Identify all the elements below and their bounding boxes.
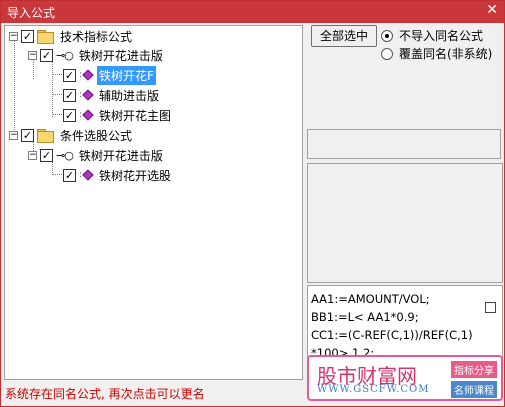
radio-label: 覆盖同名(非系统)	[399, 47, 493, 61]
tree-node-label: 辅助进击版	[99, 88, 160, 103]
close-icon[interactable]: ✕	[486, 2, 498, 18]
status-message: 系统存在同名公式, 再次点击可以更名	[5, 387, 205, 401]
radio-label: 不导入同名公式	[399, 29, 484, 43]
tree-node-group[interactable]: − ✓ ⊸○ 铁树开花进击版	[28, 46, 165, 64]
tree-node-tech-indicator[interactable]: − ✓ 技术指标公式	[9, 27, 134, 45]
formula-icon: :·	[79, 89, 94, 101]
tree-connector	[52, 59, 53, 117]
checkbox[interactable]: ✓	[63, 68, 76, 82]
tree-node-label: 条件选股公式	[60, 128, 133, 143]
radio-skip-duplicates[interactable]: 不导入同名公式	[381, 27, 483, 44]
tree-node-stock-selection[interactable]: − ✓ 条件选股公式	[9, 126, 134, 144]
collapse-icon[interactable]: −	[28, 50, 37, 60]
watermark-url: WWW.GSCFW.COM	[317, 384, 430, 395]
code-line: CC1:=(C-REF(C,1))/REF(C,1)	[311, 328, 473, 342]
checkbox[interactable]: ✓	[63, 88, 76, 102]
checkbox[interactable]: ✓	[63, 168, 76, 182]
checkbox[interactable]: ✓	[21, 128, 34, 142]
tree-node-label: 铁树花开选股	[99, 168, 172, 183]
watermark-tag: 名师课程	[451, 381, 497, 398]
tree-node-label: 铁树开花主图	[99, 108, 172, 123]
radio-selected-icon[interactable]	[381, 29, 393, 42]
tree-node-label-selected: 铁树开花F	[97, 65, 156, 85]
folder-icon	[37, 129, 54, 143]
collapse-icon[interactable]: −	[9, 130, 18, 140]
code-line: BB1:=L< AA1*0.9;	[311, 310, 419, 324]
window-title: 导入公式	[7, 6, 56, 20]
key-icon: ⊸○	[56, 48, 74, 62]
tree-node-formula[interactable]: ✓ :· 铁树花开选股	[63, 166, 173, 184]
description-panel	[307, 163, 503, 283]
tree-node-formula[interactable]: ✓ :· 辅助进击版	[63, 86, 161, 104]
formula-icon: :·	[79, 109, 94, 121]
collapse-icon[interactable]: −	[28, 150, 37, 160]
tree-node-label: 铁树开花进击版	[78, 148, 163, 163]
code-line: AA1:=AMOUNT/VOL;	[311, 292, 430, 306]
formula-icon: :·	[79, 69, 94, 81]
collapse-icon[interactable]: −	[9, 31, 18, 41]
folder-icon	[37, 30, 54, 44]
tree-node-group[interactable]: − ✓ ⊸○ 铁树开花进击版	[28, 146, 165, 164]
radio-unselected-icon[interactable]	[381, 47, 393, 60]
tree-node-label: 技术指标公式	[60, 29, 133, 44]
radio-overwrite-duplicates[interactable]: 覆盖同名(非系统)	[381, 45, 492, 62]
checkbox[interactable]: ✓	[40, 48, 53, 62]
watermark-logo: 股市财富网 WWW.GSCFW.COM 指标分享 名师课程	[307, 355, 503, 401]
tree-node-formula[interactable]: ✓ :· 铁树开花主图	[63, 106, 173, 124]
formula-tree[interactable]: − ✓ 技术指标公式 − ✓ ⊸○ 铁树开花进击版 ✓ :· 铁树开花F ✓ :…	[4, 25, 303, 380]
preview-checkbox[interactable]	[485, 302, 496, 313]
formula-icon: :·	[79, 169, 94, 181]
info-field	[307, 129, 501, 159]
select-all-button[interactable]: 全部选中	[311, 25, 377, 47]
key-icon: ⊸○	[56, 148, 74, 162]
checkbox[interactable]: ✓	[63, 108, 76, 122]
tree-connector	[14, 40, 15, 136]
checkbox[interactable]: ✓	[40, 148, 53, 162]
tree-node-formula[interactable]: ✓ :· 铁树开花F	[63, 65, 156, 85]
import-formula-dialog: 导入公式 ✕ − ✓ 技术指标公式 − ✓ ⊸○ 铁树开花进击版 ✓ 铁树开花F…	[0, 0, 505, 407]
watermark-tag: 指标分享	[451, 361, 497, 378]
title-bar: 导入公式 ✕	[1, 1, 504, 23]
checkbox[interactable]: ✓	[21, 29, 34, 43]
tree-node-label: 铁树开花进击版	[78, 48, 163, 63]
